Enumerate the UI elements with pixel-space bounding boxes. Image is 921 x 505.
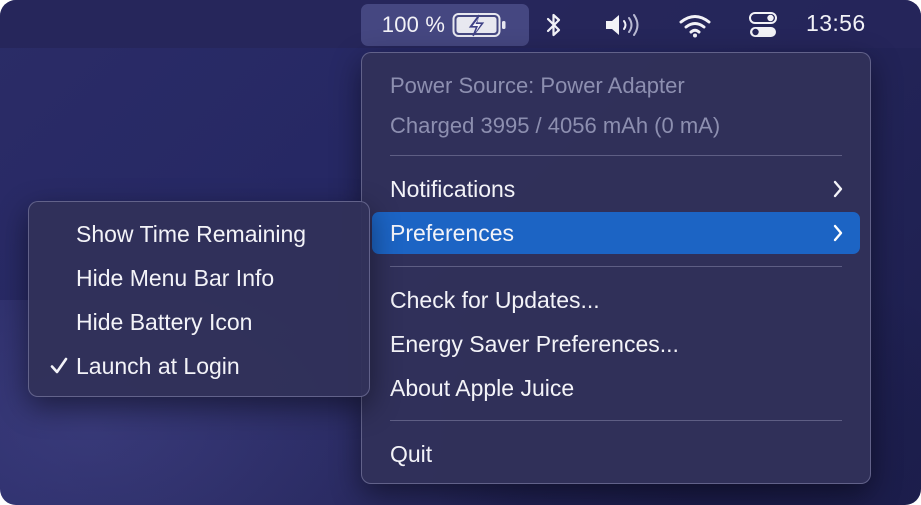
bluetooth-icon <box>546 13 561 37</box>
menu-item-label: Quit <box>390 440 433 467</box>
wifi-status-item[interactable] <box>676 4 714 46</box>
menu-item-preferences[interactable]: Preferences <box>372 212 860 254</box>
battery-dropdown-menu: Power Source: Power Adapter Charged 3995… <box>361 52 871 484</box>
submenu-item-launch-at-login[interactable]: Launch at Login <box>37 345 361 387</box>
menu-item-label: Notifications <box>390 175 516 202</box>
submenu-item-label: Show Time Remaining <box>76 220 307 247</box>
chevron-right-icon <box>833 180 843 198</box>
submenu-item-label: Launch at Login <box>76 352 240 379</box>
chevron-right-icon <box>833 224 843 242</box>
menu-bar: 100 % 13:56 <box>0 0 921 48</box>
preferences-submenu: Show Time Remaining Hide Menu Bar Info H… <box>28 201 370 397</box>
volume-icon <box>606 14 639 36</box>
menu-divider <box>390 155 842 156</box>
menu-item-about-apple-juice[interactable]: About Apple Juice <box>372 367 860 409</box>
battery-status-item[interactable]: 100 % <box>361 4 529 46</box>
menu-item-quit[interactable]: Quit <box>372 433 860 475</box>
submenu-item-hide-menu-bar-info[interactable]: Hide Menu Bar Info <box>37 257 361 299</box>
menu-divider <box>390 266 842 267</box>
menu-item-label: Check for Updates... <box>390 286 600 313</box>
control-center-icon <box>749 12 777 37</box>
power-source-info: Power Source: Power Adapter <box>390 73 685 98</box>
battery-charging-icon <box>452 13 506 37</box>
submenu-item-label: Hide Menu Bar Info <box>76 264 275 291</box>
bluetooth-status-item[interactable] <box>538 4 570 46</box>
charge-info: Charged 3995 / 4056 mAh (0 mA) <box>390 113 721 138</box>
menu-bar-clock[interactable]: 13:56 <box>806 10 866 37</box>
menu-divider <box>390 420 842 421</box>
menu-item-label: Preferences <box>390 219 515 246</box>
menu-item-check-for-updates[interactable]: Check for Updates... <box>372 279 860 321</box>
menu-item-notifications[interactable]: Notifications <box>372 168 860 210</box>
submenu-item-show-time-remaining[interactable]: Show Time Remaining <box>37 213 361 255</box>
wifi-icon <box>679 15 711 38</box>
menu-item-label: About Apple Juice <box>390 374 575 401</box>
submenu-item-label: Hide Battery Icon <box>76 308 253 335</box>
submenu-item-hide-battery-icon[interactable]: Hide Battery Icon <box>37 301 361 343</box>
menu-item-label: Energy Saver Preferences... <box>390 330 679 357</box>
battery-percentage: 100 % <box>381 12 446 37</box>
volume-status-item[interactable] <box>600 4 646 46</box>
control-center-status-item[interactable] <box>746 4 780 46</box>
desktop-background: 100 % 13:56 Power Source: Power Adapter … <box>0 0 921 505</box>
menu-item-energy-saver-preferences[interactable]: Energy Saver Preferences... <box>372 323 860 365</box>
checkmark-icon <box>50 357 68 374</box>
